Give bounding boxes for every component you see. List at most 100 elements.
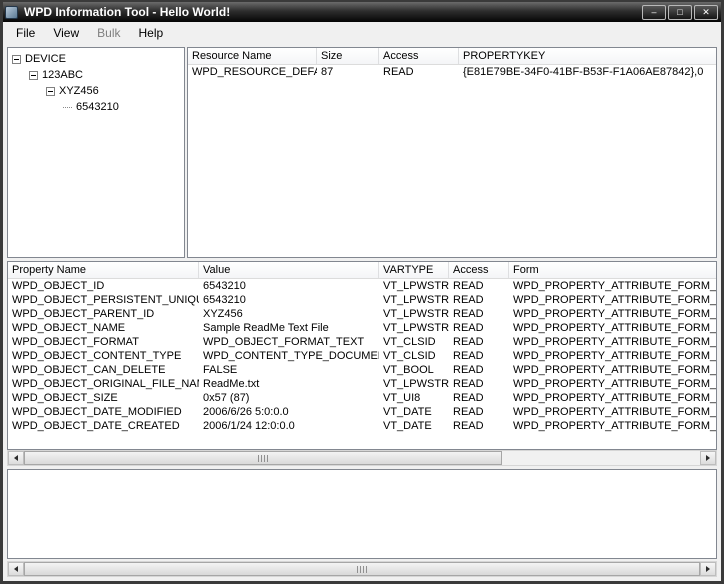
scroll-track[interactable] <box>24 451 700 465</box>
tree-connector-icon <box>63 106 72 108</box>
tree-expander-icon[interactable] <box>46 86 55 96</box>
res-column-header-size[interactable]: Size <box>317 48 379 64</box>
thumb-grip-icon <box>258 454 259 462</box>
prop-row-wpd-object-content-type[interactable]: WPD_OBJECT_CONTENT_TYPE WPD_CONTENT_TYPE_… <box>8 349 716 363</box>
prop-cell: WPD_OBJECT_DATE_CREATED <box>12 420 180 432</box>
prop-cell: VT_LPWSTR <box>383 378 449 390</box>
prop-row-wpd-object-parent-id[interactable]: WPD_OBJECT_PARENT_ID XYZ456 VT_LPWSTR READ W… <box>8 307 716 321</box>
prop-row-wpd-object-id[interactable]: WPD_OBJECT_ID 6543210 VT_LPWSTR READ WPD_PRO… <box>8 279 716 293</box>
prop-cell: WPD_OBJECT_PERSISTENT_UNIQUE_ID <box>12 294 199 306</box>
scroll-thumb[interactable] <box>24 562 700 576</box>
tree-expander-icon[interactable] <box>12 54 21 64</box>
prop-cell: WPD_OBJECT_FORMAT <box>12 336 139 348</box>
property-table-hscrollbar <box>7 450 717 466</box>
maximize-button[interactable]: □ <box>668 4 692 20</box>
close-button[interactable]: ✕ <box>694 4 718 20</box>
res-cell: WPD_RESOURCE_DEFAULT <box>192 66 317 78</box>
prop-row-wpd-object-can-delete[interactable]: WPD_OBJECT_CAN_DELETE FALSE VT_BOOL READ WPD… <box>8 363 716 377</box>
arrow-right-icon <box>706 455 710 461</box>
prop-cell: WPD_OBJECT_SIZE <box>12 392 118 404</box>
thumb-grip-icon <box>264 454 265 462</box>
prop-cell: WPD_OBJECT_PARENT_ID <box>12 308 155 320</box>
prop-row-wpd-object-size[interactable]: WPD_OBJECT_SIZE 0x57 (87) VT_UI8 READ WPD_PR… <box>8 391 716 405</box>
tree-expander-icon[interactable] <box>29 70 38 80</box>
prop-cell: READ <box>453 364 484 376</box>
thumb-grip-icon <box>366 565 367 573</box>
scroll-track[interactable] <box>24 562 700 576</box>
prop-cell: WPD_PROPERTY_ATTRIBUTE_FORM_UNSP <box>513 294 716 306</box>
prop-cell: READ <box>453 378 484 390</box>
prop-cell: FALSE <box>203 364 238 376</box>
app-icon <box>5 5 18 19</box>
scroll-right-button[interactable] <box>700 562 716 576</box>
prop-cell: VT_BOOL <box>383 364 434 376</box>
prop-cell: WPD_OBJECT_CONTENT_TYPE <box>12 350 182 362</box>
thumb-grip-icon <box>363 565 364 573</box>
prop-cell: VT_LPWSTR <box>383 322 449 334</box>
prop-cell: WPD_CONTENT_TYPE_DOCUMENT <box>203 350 379 362</box>
prop-cell: READ <box>453 336 484 348</box>
prop-column-header-access[interactable]: Access <box>449 262 509 278</box>
res-column-header-resource-name[interactable]: Resource Name <box>188 48 317 64</box>
resource-list: Resource Name Size Access PROPERTYKEY WPD_RE… <box>187 47 717 258</box>
res-column-header-access[interactable]: Access <box>379 48 459 64</box>
tree-item-6543210[interactable]: 6543210 <box>8 99 184 115</box>
prop-row-wpd-object-name[interactable]: WPD_OBJECT_NAME Sample ReadMe Text File VT… <box>8 321 716 335</box>
prop-cell: WPD_PROPERTY_ATTRIBUTE_FORM_UNSP <box>513 280 716 292</box>
window-controls: – □ ✕ <box>642 4 718 20</box>
prop-cell: WPD_PROPERTY_ATTRIBUTE_FORM_UNSP <box>513 308 716 320</box>
menu-item-view[interactable]: View <box>44 23 88 43</box>
res-column-header-propertykey[interactable]: PROPERTYKEY <box>459 48 716 64</box>
prop-column-header-value[interactable]: Value <box>199 262 379 278</box>
prop-cell: WPD_PROPERTY_ATTRIBUTE_FORM_UNSP <box>513 406 716 418</box>
tree-item-label: 6543210 <box>76 101 119 113</box>
prop-cell: READ <box>453 420 484 432</box>
prop-column-header-form[interactable]: Form <box>509 262 716 278</box>
prop-cell: WPD_PROPERTY_ATTRIBUTE_FORM_UNSP <box>513 364 716 376</box>
menu-item-bulk[interactable]: Bulk <box>88 23 129 43</box>
prop-column-header-vartype[interactable]: VARTYPE <box>379 262 449 278</box>
thumb-grip-icon <box>261 454 262 462</box>
prop-cell: READ <box>453 308 484 320</box>
tree-item-device[interactable]: DEVICE <box>8 51 184 67</box>
prop-row-wpd-object-date-modified[interactable]: WPD_OBJECT_DATE_MODIFIED 2006/6/26 5:0:0.… <box>8 405 716 419</box>
prop-cell: 2006/6/26 5:0:0.0 <box>203 406 289 418</box>
output-hscrollbar <box>7 561 717 577</box>
prop-column-header-property-name[interactable]: Property Name <box>8 262 199 278</box>
tree-item-label: 123ABC <box>42 69 83 81</box>
menu-item-file[interactable]: File <box>7 23 44 43</box>
app-window: WPD Information Tool - Hello World! – □ … <box>0 0 724 584</box>
prop-row-wpd-object-persistent-unique-id[interactable]: WPD_OBJECT_PERSISTENT_UNIQUE_ID 6543210 VT… <box>8 293 716 307</box>
prop-cell: READ <box>453 322 484 334</box>
prop-cell: Sample ReadMe Text File <box>203 322 329 334</box>
prop-cell: ReadMe.txt <box>203 378 260 390</box>
prop-cell: WPD_PROPERTY_ATTRIBUTE_FORM_UNSP <box>513 322 716 334</box>
prop-cell: WPD_PROPERTY_ATTRIBUTE_FORM_UNSP <box>513 336 716 348</box>
prop-cell: WPD_OBJECT_ID <box>12 280 105 292</box>
tree-item-xyz456[interactable]: XYZ456 <box>8 83 184 99</box>
prop-row-wpd-object-format[interactable]: WPD_OBJECT_FORMAT WPD_OBJECT_FORMAT_TEXT V… <box>8 335 716 349</box>
window-title: WPD Information Tool - Hello World! <box>24 5 231 19</box>
client-area: DEVICE 123ABC XYZ456 6543210 Resource Name S… <box>3 44 721 581</box>
minimize-button[interactable]: – <box>642 4 666 20</box>
title-bar[interactable]: WPD Information Tool - Hello World! – □ … <box>3 2 721 22</box>
prop-header-row: Property Name Value VARTYPE Access Form <box>8 262 716 279</box>
device-tree: DEVICE 123ABC XYZ456 6543210 <box>7 47 185 258</box>
scroll-left-button[interactable] <box>8 451 24 465</box>
prop-cell: VT_LPWSTR <box>383 308 449 320</box>
scroll-right-button[interactable] <box>700 451 716 465</box>
scroll-left-button[interactable] <box>8 562 24 576</box>
prop-cell: WPD_PROPERTY_ATTRIBUTE_FORM_UNSP <box>513 378 716 390</box>
prop-row-wpd-object-original-file-name[interactable]: WPD_OBJECT_ORIGINAL_FILE_NAME ReadMe.txt V… <box>8 377 716 391</box>
prop-row-wpd-object-date-created[interactable]: WPD_OBJECT_DATE_CREATED 2006/1/24 12:0:0.… <box>8 419 716 433</box>
res-row-wpd-resource-default[interactable]: WPD_RESOURCE_DEFAULT 87 READ {E81E79BE-34F0… <box>188 65 716 80</box>
prop-cell: WPD_PROPERTY_ATTRIBUTE_FORM_UNSP <box>513 350 716 362</box>
scroll-thumb[interactable] <box>24 451 502 465</box>
output-textarea[interactable] <box>7 469 717 559</box>
tree-item-label: DEVICE <box>25 53 66 65</box>
res-header-row: Resource Name Size Access PROPERTYKEY <box>188 48 716 65</box>
tree-item-123abc[interactable]: 123ABC <box>8 67 184 83</box>
prop-cell: WPD_OBJECT_CAN_DELETE <box>12 364 166 376</box>
arrow-left-icon <box>14 566 18 572</box>
menu-item-help[interactable]: Help <box>129 23 172 43</box>
